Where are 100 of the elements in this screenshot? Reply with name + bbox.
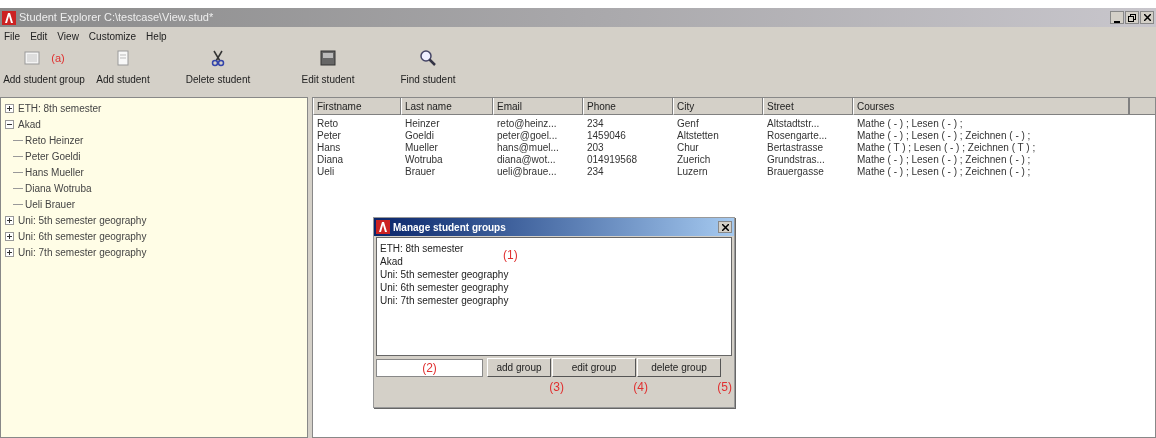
app-logo-icon: [2, 10, 16, 25]
folder-icon: [23, 49, 42, 67]
toolbar-label: Add student group: [3, 73, 85, 87]
table-cell-text: Reto: [316, 116, 340, 131]
magnifier-icon: [419, 49, 437, 67]
toolbar-button[interactable]: Delete student: [158, 49, 278, 87]
table-cell-text: Heinzer: [404, 116, 441, 131]
tree-item[interactable]: Uni: 7th semester geography: [18, 244, 147, 260]
group-name-field[interactable]: (2): [376, 358, 483, 377]
table-cell-text: diana@wot...: [496, 153, 557, 167]
column-header[interactable]: Email: [493, 98, 583, 115]
table-cell-text: Altstetten: [676, 128, 720, 143]
tree-item[interactable]: Ueli Brauer: [23, 196, 76, 212]
table-cell-text: Luzern: [676, 164, 709, 179]
toolbar-button[interactable]: Find student: [378, 49, 478, 87]
annotation-label: (2): [422, 359, 437, 377]
dialog-button[interactable]: delete group: [637, 358, 721, 377]
edit-icon: [319, 49, 337, 67]
annotation-label: (4): [633, 379, 648, 396]
table-cell-text: Mathe ( - ) ; Lesen ( - ) ; Zeichnen ( - ) ;: [856, 129, 1032, 143]
toolbar-label: Delete student: [185, 73, 251, 87]
column-header[interactable]: Last name: [401, 98, 493, 115]
table-cell-text: peter@goel...: [496, 129, 559, 143]
table-cell-text: Genf: [676, 116, 700, 131]
list-item[interactable]: Uni: 5th semester geography: [380, 267, 509, 280]
toolbar-button[interactable]: (a) Add student group: [0, 49, 88, 87]
toolbar-button[interactable]: Add student: [88, 49, 158, 87]
annotation-label: (3): [549, 379, 564, 396]
restore-icon: [1128, 13, 1136, 22]
table-cell-text: 1459046: [586, 128, 627, 143]
expand-icon[interactable]: [5, 247, 14, 257]
column-header[interactable]: City: [673, 98, 763, 115]
table-cell-text: Wotruba: [404, 152, 444, 167]
annotation-label: (1): [503, 247, 518, 264]
collapse-icon[interactable]: [5, 119, 14, 129]
list-item[interactable]: Akad: [380, 254, 403, 267]
toolbar-label: Edit student: [301, 73, 355, 87]
table-cell-text: hans@muel...: [496, 141, 560, 155]
table-cell-text: ueli@braue...: [496, 165, 558, 179]
table-cell-text: Mathe ( - ) ; Lesen ( - ) ; Zeichnen ( - ) ;: [856, 153, 1032, 167]
close-icon: [1143, 14, 1151, 21]
list-item[interactable]: ETH: 8th semester: [380, 241, 464, 254]
table-cell-text: Grundstras...: [766, 152, 826, 167]
restore-button[interactable]: [1125, 11, 1139, 24]
menu-item[interactable]: View: [57, 29, 79, 44]
column-header[interactable]: Firstname: [313, 98, 401, 115]
annotation-label: (a): [51, 50, 65, 66]
table-cell-text: Altstadtstr...: [766, 116, 821, 131]
table-cell-text: Mathe ( - ) ; Lesen ( - ) ; Zeichnen ( - ) ;: [856, 165, 1032, 179]
dialog-button[interactable]: edit group: [552, 358, 636, 377]
list-item[interactable]: Uni: 7th semester geography: [380, 293, 509, 306]
dialog-button[interactable]: add group: [487, 358, 551, 377]
column-header[interactable]: Street: [763, 98, 853, 115]
table-cell-text: reto@heinz...: [496, 116, 558, 131]
table-cell-text: Zuerich: [676, 152, 712, 167]
table-cell-text: Brauer: [404, 164, 436, 179]
expand-icon[interactable]: [5, 215, 14, 225]
minimize-icon: [1114, 21, 1120, 23]
menu-item[interactable]: File: [4, 29, 21, 44]
toolbar-label: Find student: [400, 73, 456, 87]
scissors-icon: [209, 49, 227, 67]
dialog-title: Manage student groups: [393, 220, 506, 235]
table-cell-text: Peter: [316, 128, 342, 143]
table-cell-text: Brauergasse: [766, 164, 825, 179]
table-cell-text: Mathe ( T ) ; Lesen ( - ) ; Zeichnen ( T ) ;: [856, 141, 1037, 155]
table-cell-text: Diana: [316, 152, 345, 167]
tree-item[interactable]: Peter Goeldi: [23, 148, 81, 164]
tree-item[interactable]: ETH: 8th semester: [18, 100, 102, 116]
table-cell-text: Goeldi: [404, 128, 435, 143]
close-button[interactable]: [718, 221, 732, 233]
tree-item[interactable]: Hans Mueller: [23, 164, 84, 180]
list-item[interactable]: Uni: 6th semester geography: [380, 280, 509, 293]
toolbar-label: Add student: [96, 73, 150, 87]
table-cell-text: 014919568: [586, 152, 639, 167]
minimize-button[interactable]: [1110, 11, 1124, 24]
column-header[interactable]: Phone: [583, 98, 673, 115]
table-cell-text: 234: [586, 116, 605, 131]
table-cell-text: Chur: [676, 140, 700, 155]
tree-item[interactable]: Akad: [18, 116, 41, 132]
table-cell-text: 234: [586, 164, 605, 179]
document-icon: [114, 49, 132, 67]
expand-icon[interactable]: [5, 103, 14, 113]
table-cell-text: Rosengarte...: [766, 128, 829, 143]
table-cell-text: Bertastrasse: [766, 141, 825, 155]
tree-item[interactable]: Uni: 6th semester geography: [18, 228, 147, 244]
menu-item[interactable]: Help: [146, 29, 167, 44]
toolbar-button[interactable]: Edit student: [278, 49, 378, 87]
table-cell-text: 203: [586, 140, 605, 155]
tree-item[interactable]: Uni: 5th semester geography: [18, 212, 147, 228]
close-icon: [721, 223, 729, 231]
menu-item[interactable]: Edit: [30, 29, 48, 44]
tree-item[interactable]: Diana Wotruba: [23, 180, 92, 196]
table-cell-text: Ueli: [316, 164, 336, 179]
tree-item[interactable]: Reto Heinzer: [23, 132, 84, 148]
close-button[interactable]: [1140, 11, 1154, 24]
column-header[interactable]: Courses: [853, 98, 1129, 115]
expand-icon[interactable]: [5, 231, 14, 241]
menu-item[interactable]: Customize: [88, 29, 137, 44]
table-cell-text: Hans: [316, 140, 342, 155]
table-cell-text: Mathe ( - ) ; Lesen ( - ) ;: [856, 116, 964, 131]
